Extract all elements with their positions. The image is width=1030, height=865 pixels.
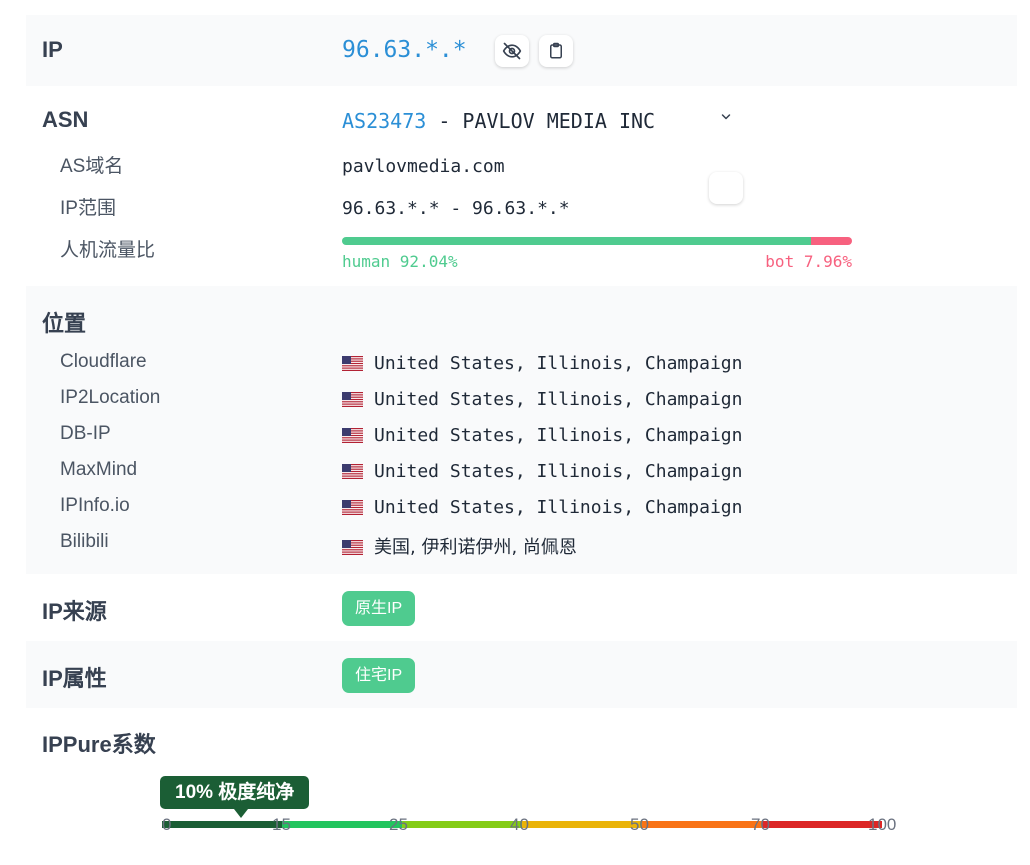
ip-attribute-badge: 住宅IP: [342, 658, 416, 693]
human-bar: [342, 237, 812, 245]
us-flag-icon: [342, 540, 363, 555]
location-source-label: IPInfo.io: [60, 495, 130, 516]
ip-source-section: IP来源 原生IP: [26, 574, 1017, 641]
asn-heading: ASN: [42, 107, 89, 132]
scale-segment: [522, 821, 642, 828]
ip-attribute-section: IP属性 住宅IP: [26, 641, 1017, 708]
ippure-score-tooltip: 10% 极度纯净: [160, 776, 310, 809]
eye-slash-icon: [502, 42, 522, 60]
ippure-heading: IPPure系数: [42, 732, 156, 757]
asn-expand-button[interactable]: [709, 172, 743, 204]
traffic-ratio-label: 人机流量比: [60, 240, 156, 261]
bot-ratio-text: bot 7.96%: [765, 252, 852, 271]
us-flag-icon: [342, 464, 363, 479]
location-text: United States, Illinois, Champaign: [374, 497, 743, 518]
location-value: United States, Illinois, Champaign: [342, 497, 742, 518]
ip-section: IP 96.63.*.*: [26, 15, 1017, 86]
asn-section: ASN AS23473 - PAVLOV MEDIA INC AS域名 pavl…: [26, 86, 1017, 286]
ip-source-heading: IP来源: [42, 599, 107, 624]
scale-tick-label: 0: [162, 815, 172, 834]
us-flag-icon: [342, 356, 363, 371]
location-section: 位置 Cloudflare United States, Illinois, Ch…: [26, 286, 1017, 574]
clipboard-icon: [550, 42, 562, 59]
location-value: United States, Illinois, Champaign: [342, 389, 742, 410]
location-source-label: IP2Location: [60, 387, 161, 408]
bot-bar: [811, 237, 852, 245]
toggle-visibility-button[interactable]: [495, 35, 529, 67]
scale-tick-label: 70: [751, 815, 770, 834]
scale-segment: [642, 821, 762, 828]
location-text: United States, Illinois, Champaign: [374, 425, 743, 446]
location-text: United States, Illinois, Champaign: [374, 461, 743, 482]
scale-segment: [282, 821, 402, 828]
scale-tick-label: 25: [389, 815, 408, 834]
location-heading: 位置: [42, 311, 87, 336]
location-value: United States, Illinois, Champaign: [342, 425, 742, 446]
asn-separator: -: [426, 109, 463, 133]
location-source-label: Bilibili: [60, 531, 109, 552]
us-flag-icon: [342, 428, 363, 443]
location-text: United States, Illinois, Champaign: [374, 353, 743, 374]
location-value: United States, Illinois, Champaign: [342, 461, 742, 482]
location-text: United States, Illinois, Champaign: [374, 389, 743, 410]
chevron-down-icon: [721, 114, 731, 120]
us-flag-icon: [342, 500, 363, 515]
location-text: 美国, 伊利诺伊州, 尚佩恩: [374, 537, 577, 558]
ip-source-badge: 原生IP: [342, 591, 416, 626]
human-ratio-text: human 92.04%: [342, 252, 458, 271]
scale-segment: [762, 821, 882, 828]
asn-number-link[interactable]: AS23473: [342, 109, 426, 133]
scale-tick-label: 15: [272, 815, 291, 834]
scale-segment: [162, 821, 282, 828]
asn-org-name: PAVLOV MEDIA INC: [462, 109, 656, 133]
location-source-label: MaxMind: [60, 459, 138, 480]
traffic-ratio-bar: [342, 237, 852, 245]
us-flag-icon: [342, 392, 363, 407]
ip-heading: IP: [42, 37, 63, 62]
location-source-label: Cloudflare: [60, 351, 147, 372]
as-domain-label: AS域名: [60, 156, 124, 177]
asn-line: AS23473 - PAVLOV MEDIA INC: [342, 109, 655, 133]
scale-tick-label: 50: [630, 815, 649, 834]
ip-range-value: 96.63.*.* - 96.63.*.*: [342, 198, 570, 219]
ip-info-panel: IP 96.63.*.* ASN AS23473 - PAVLOV MEDIA …: [26, 15, 1017, 858]
scale-segment: [402, 821, 522, 828]
scale-tick-label: 40: [510, 815, 529, 834]
location-value: 美国, 伊利诺伊州, 尚佩恩: [342, 533, 577, 559]
ip-range-label: IP范围: [60, 198, 116, 219]
tooltip-pointer: [234, 809, 248, 818]
location-source-label: DB-IP: [60, 423, 111, 444]
as-domain-value: pavlovmedia.com: [342, 156, 505, 177]
copy-ip-button[interactable]: [539, 35, 573, 67]
location-value: United States, Illinois, Champaign: [342, 353, 742, 374]
ip-address[interactable]: 96.63.*.*: [342, 37, 467, 63]
scale-tick-label: 100: [868, 815, 897, 834]
ip-attribute-heading: IP属性: [42, 666, 107, 691]
